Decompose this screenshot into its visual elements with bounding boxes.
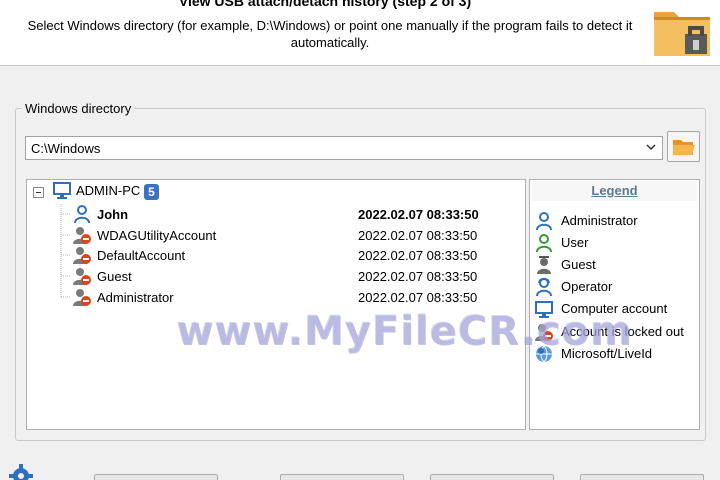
account-name: John	[97, 207, 129, 222]
legend-item-operator: Operator	[532, 277, 698, 299]
wizard-button[interactable]	[280, 474, 404, 480]
account-date: 2022.02.07 08:33:50	[358, 269, 478, 284]
microsoft-liveid-icon	[536, 345, 552, 363]
locked-account-icon	[535, 324, 553, 341]
wizard-button[interactable]	[430, 474, 554, 480]
tree-row-account[interactable]: John 2022.02.07 08:33:50	[27, 204, 525, 224]
folder-open-icon	[673, 140, 695, 155]
administrator-icon	[536, 212, 552, 231]
legend-label: User	[561, 235, 589, 250]
account-date: 2022.02.07 08:33:50	[358, 290, 478, 305]
tree-row-account[interactable]: Administrator 2022.02.07 08:33:50	[27, 287, 525, 307]
operator-icon	[536, 277, 552, 297]
account-count-badge: 5	[144, 184, 159, 200]
browse-folder-button[interactable]	[667, 131, 700, 162]
tree-row-account[interactable]: WDAGUtilityAccount 2022.02.07 08:33:50	[27, 225, 525, 245]
account-name: Guest	[97, 269, 132, 284]
user-icon	[536, 234, 552, 253]
computer-name: ADMIN-PC	[76, 183, 141, 198]
legend-item-computer-account: Computer account	[532, 299, 698, 321]
accounts-tree[interactable]: ADMIN-PC 5 John 2022.02.07 08:33:50 WDAG…	[26, 179, 526, 430]
collapse-toggle-icon[interactable]	[33, 187, 44, 198]
legend-label: Administrator	[561, 213, 638, 228]
wizard-button[interactable]	[580, 474, 704, 480]
wizard-button[interactable]	[94, 474, 218, 480]
account-date: 2022.02.07 08:33:50	[358, 207, 479, 222]
locked-user-icon	[73, 247, 91, 264]
legend-item-administrator: Administrator	[532, 211, 698, 233]
legend-label: Computer account	[561, 301, 668, 316]
legend-label: Account is locked out	[561, 324, 684, 339]
account-name: WDAGUtilityAccount	[97, 228, 217, 243]
legend-item-guest: Guest	[532, 255, 698, 277]
legend-label: Operator	[561, 279, 613, 294]
locked-user-icon	[73, 289, 91, 306]
computer-icon	[53, 182, 71, 199]
tree-node-computer[interactable]: ADMIN-PC 5	[27, 180, 525, 200]
legend-item-microsoft-liveid: Microsoft/LiveId	[532, 344, 698, 366]
administrator-icon	[74, 205, 90, 224]
windows-directory-value: C:\Windows	[31, 141, 101, 156]
wizard-header: View USB attach/detach history (step 2 o…	[0, 0, 720, 66]
legend-item-user: User	[532, 233, 698, 255]
account-date: 2022.02.07 08:33:50	[358, 248, 478, 263]
locked-user-icon	[73, 227, 91, 244]
legend-label: Guest	[561, 257, 596, 272]
account-name: DefaultAccount	[97, 248, 186, 263]
legend-label: Microsoft/LiveId	[561, 346, 653, 361]
locked-user-icon	[73, 268, 91, 285]
wizard-title: View USB attach/detach history (step 2 o…	[178, 0, 472, 9]
gear-icon[interactable]	[8, 463, 34, 480]
account-name: Administrator	[97, 290, 174, 305]
windows-directory-label: Windows directory	[22, 101, 135, 116]
legend-title: Legend	[532, 181, 697, 201]
guest-icon	[537, 256, 551, 274]
windows-directory-select[interactable]: C:\Windows	[25, 136, 663, 160]
tree-row-account[interactable]: Guest 2022.02.07 08:33:50	[27, 266, 525, 286]
tree-row-account[interactable]: DefaultAccount 2022.02.07 08:33:50	[27, 245, 525, 265]
computer-account-icon	[535, 301, 553, 318]
legend-item-locked-account: Account is locked out	[532, 322, 698, 344]
chevron-down-icon[interactable]	[645, 140, 657, 154]
legend-panel: Legend Administrator User Guest Operator	[529, 179, 700, 430]
account-date: 2022.02.07 08:33:50	[358, 228, 478, 243]
wizard-description: Select Windows directory (for example, D…	[27, 18, 633, 50]
folder-lock-icon	[654, 12, 710, 56]
